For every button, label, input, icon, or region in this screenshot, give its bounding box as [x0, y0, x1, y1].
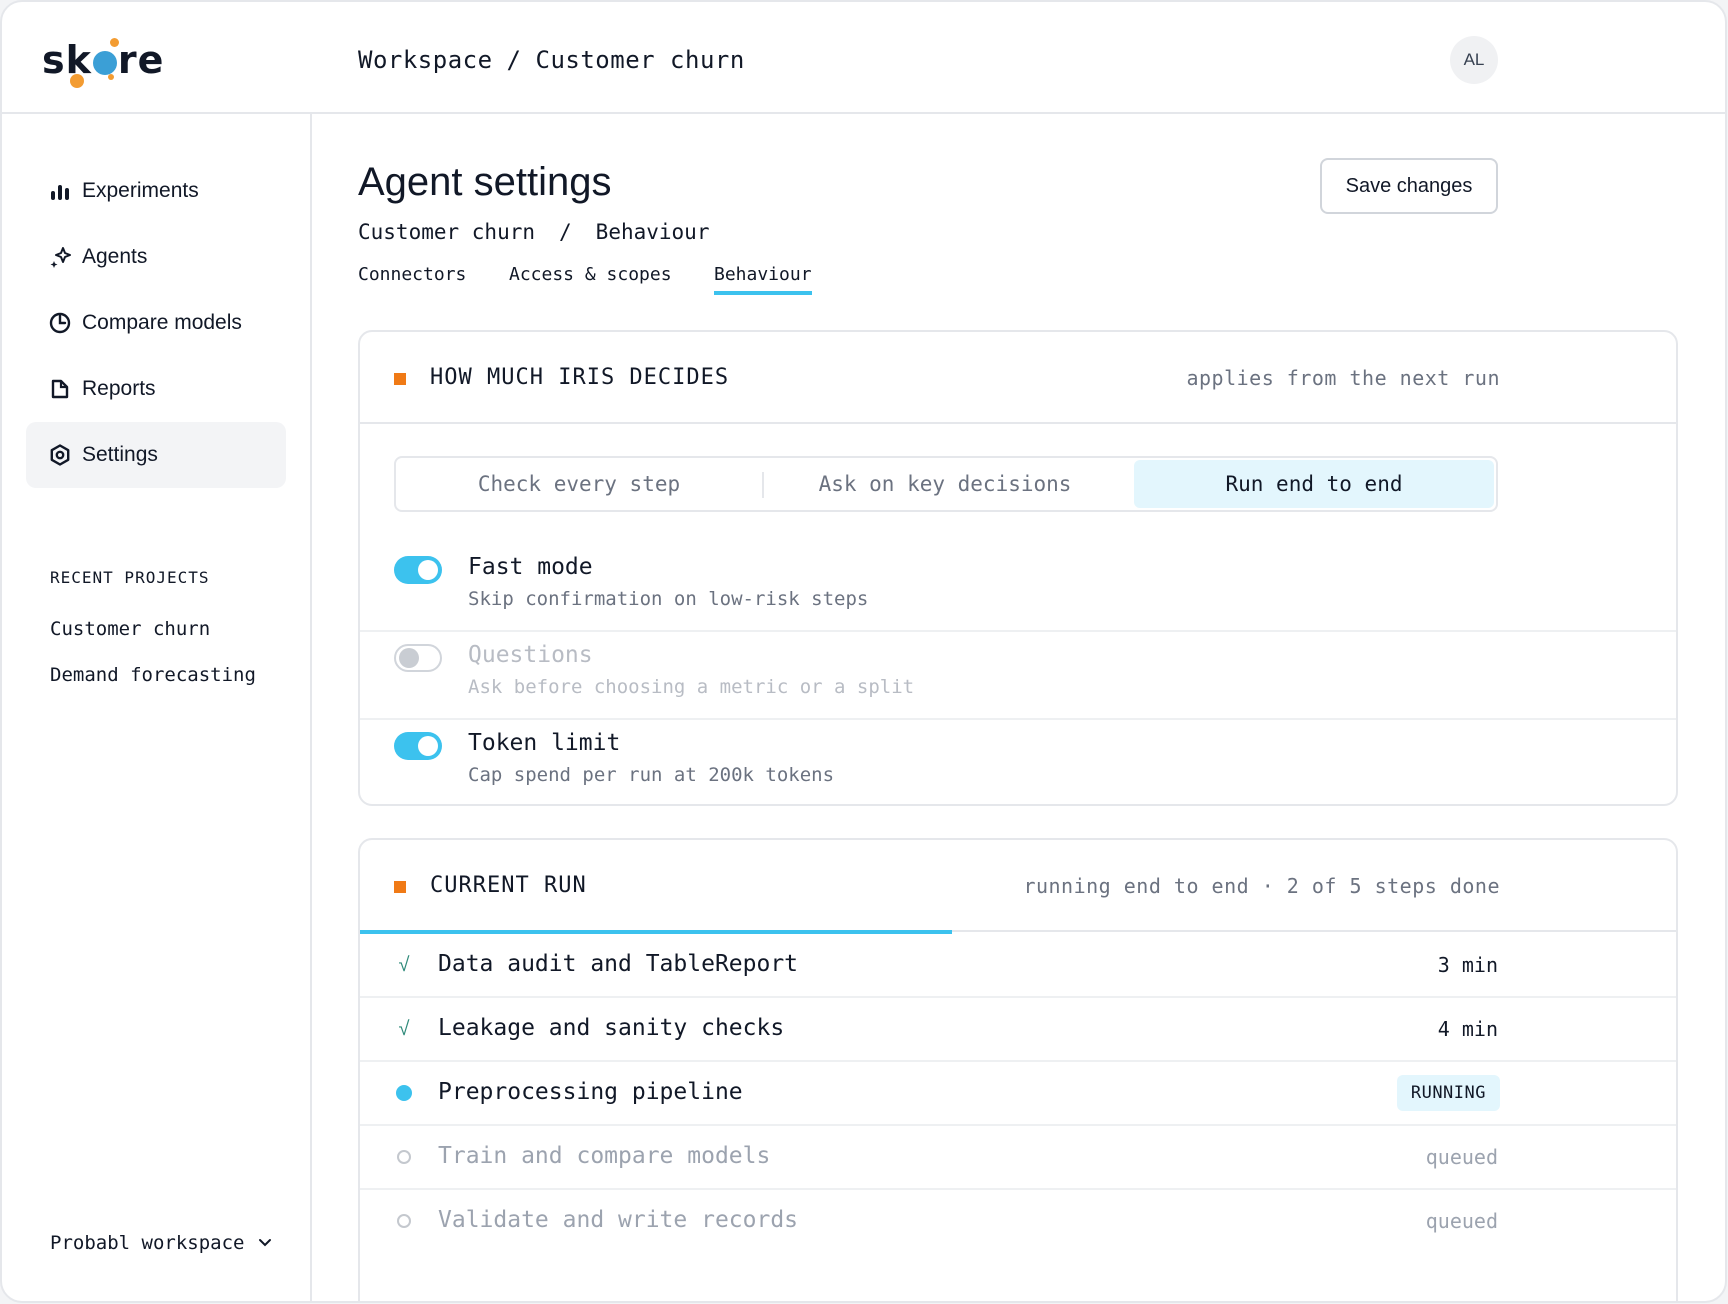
breadcrumb-workspace[interactable]: Workspace [358, 46, 493, 74]
section-title: HOW MUCH IRIS DECIDES [430, 365, 730, 390]
sidebar-item-agents[interactable]: Agents [26, 224, 286, 290]
decision-settings-card: HOW MUCH IRIS DECIDES applies from the n… [358, 330, 1678, 806]
run-step-row: √ Leakage and sanity checks 4 min [360, 998, 1676, 1062]
running-dot-icon [394, 1082, 414, 1104]
check-icon: √ [398, 954, 410, 976]
sparkle-icon [50, 247, 71, 268]
bar-chart-icon [51, 185, 69, 200]
questions-toggle[interactable] [394, 644, 442, 672]
breadcrumb: Customer churn / Behaviour [358, 220, 709, 244]
skore-logo[interactable]: sk re [42, 32, 172, 88]
option-description: Ask before choosing a metric or a split [468, 676, 915, 698]
option-row-questions: Questions Ask before choosing a metric o… [360, 632, 1676, 720]
sidebar-item-reports[interactable]: Reports [26, 356, 286, 422]
sidebar-item-label: Experiments [82, 179, 199, 202]
workspace-switcher[interactable]: Probabl workspace [50, 1232, 272, 1254]
run-status-summary: running end to end · 2 of 5 steps done [1023, 874, 1500, 898]
sidebar-item-label: Agents [82, 245, 148, 268]
mode-option-run-end-to-end[interactable]: Run end to end [1134, 460, 1494, 508]
recent-project-item[interactable]: Customer churn [50, 618, 210, 640]
top-bar: sk re Workspace / Customer churn AL [2, 2, 1725, 114]
pie-chart-icon [49, 312, 71, 334]
breadcrumb-project[interactable]: Customer churn [536, 46, 745, 74]
run-step-row: √ Data audit and TableReport 3 min [360, 934, 1676, 998]
empty-circle-icon [394, 1210, 414, 1232]
chevron-down-icon [259, 1239, 272, 1247]
page-title: Agent settings [358, 160, 612, 204]
mode-option-ask-on-key-decisions[interactable]: Ask on key decisions [764, 458, 1126, 510]
tab-connectors[interactable]: Connectors [358, 264, 466, 291]
recent-project-item[interactable]: Demand forecasting [50, 664, 256, 686]
section-marker [394, 373, 406, 385]
step-duration: 3 min [1437, 953, 1498, 977]
run-step-row: Validate and write records queued [360, 1190, 1676, 1254]
card-header: HOW MUCH IRIS DECIDES applies from the n… [360, 332, 1676, 424]
option-description: Cap spend per run at 200k tokens [468, 764, 835, 786]
report-icon [51, 379, 69, 399]
sidebar-item-settings[interactable]: Settings [26, 422, 286, 488]
status-badge: RUNNING [1396, 1075, 1500, 1111]
toggle-knob [399, 648, 419, 668]
step-status: queued [1425, 1145, 1498, 1169]
step-label: Train and compare models [438, 1143, 771, 1169]
step-label: Data audit and TableReport [438, 951, 799, 977]
option-row-token-limit: Token limit Cap spend per run at 200k to… [360, 720, 1676, 804]
sidebar-item-label: Reports [82, 377, 156, 400]
option-row-fast-mode: Fast mode Skip confirmation on low-risk … [360, 544, 1676, 632]
workspace-name: Probabl workspace [50, 1232, 245, 1254]
workspace-breadcrumb: Workspace / Customer churn [358, 46, 745, 74]
option-title: Token limit [468, 730, 621, 756]
tab-behaviour[interactable]: Behaviour [714, 264, 812, 295]
breadcrumb-current: Behaviour [595, 220, 710, 244]
run-step-row: Train and compare models queued [360, 1126, 1676, 1190]
current-run-card: CURRENT RUN running end to end · 2 of 5 … [358, 838, 1678, 1301]
toggle-knob [418, 560, 438, 580]
option-title: Questions [468, 642, 593, 668]
breadcrumb-project[interactable]: Customer churn [358, 220, 535, 244]
run-step-row: Preprocessing pipeline RUNNING [360, 1062, 1676, 1126]
step-duration: 4 min [1437, 1017, 1498, 1041]
token-limit-toggle[interactable] [394, 732, 442, 760]
toggle-knob [418, 736, 438, 756]
step-label: Preprocessing pipeline [438, 1079, 743, 1105]
autonomy-mode-selector: Check every step Ask on key decisions Ru… [394, 456, 1498, 512]
sidebar: Experiments Agents Compare models Report… [2, 114, 312, 1301]
mode-option-check-every-step[interactable]: Check every step [396, 458, 762, 510]
empty-circle-icon [394, 1146, 414, 1168]
option-title: Fast mode [468, 554, 593, 580]
app-window: sk re Workspace / Customer churn AL Experim… [0, 0, 1727, 1303]
sidebar-item-label: Settings [82, 443, 158, 466]
tab-access-scopes[interactable]: Access & scopes [509, 264, 672, 291]
gear-icon [50, 444, 70, 466]
breadcrumb-separator: / [506, 46, 522, 74]
recent-projects-heading: RECENT PROJECTS [50, 568, 210, 587]
section-title: CURRENT RUN [430, 873, 587, 898]
sidebar-item-compare-models[interactable]: Compare models [26, 290, 286, 356]
breadcrumb-separator: / [559, 220, 572, 244]
step-status: queued [1425, 1209, 1498, 1233]
fast-mode-toggle[interactable] [394, 556, 442, 584]
sidebar-item-label: Compare models [82, 311, 242, 334]
step-label: Leakage and sanity checks [438, 1015, 785, 1041]
section-meta: applies from the next run [1186, 366, 1500, 390]
sidebar-item-experiments[interactable]: Experiments [26, 158, 286, 224]
check-icon: √ [398, 1018, 410, 1040]
save-changes-button[interactable]: Save changes [1320, 158, 1498, 214]
step-label: Validate and write records [438, 1207, 799, 1233]
section-marker [394, 881, 406, 893]
card-header: CURRENT RUN running end to end · 2 of 5 … [360, 840, 1676, 932]
option-description: Skip confirmation on low-risk steps [468, 588, 869, 610]
user-avatar[interactable]: AL [1450, 36, 1498, 84]
